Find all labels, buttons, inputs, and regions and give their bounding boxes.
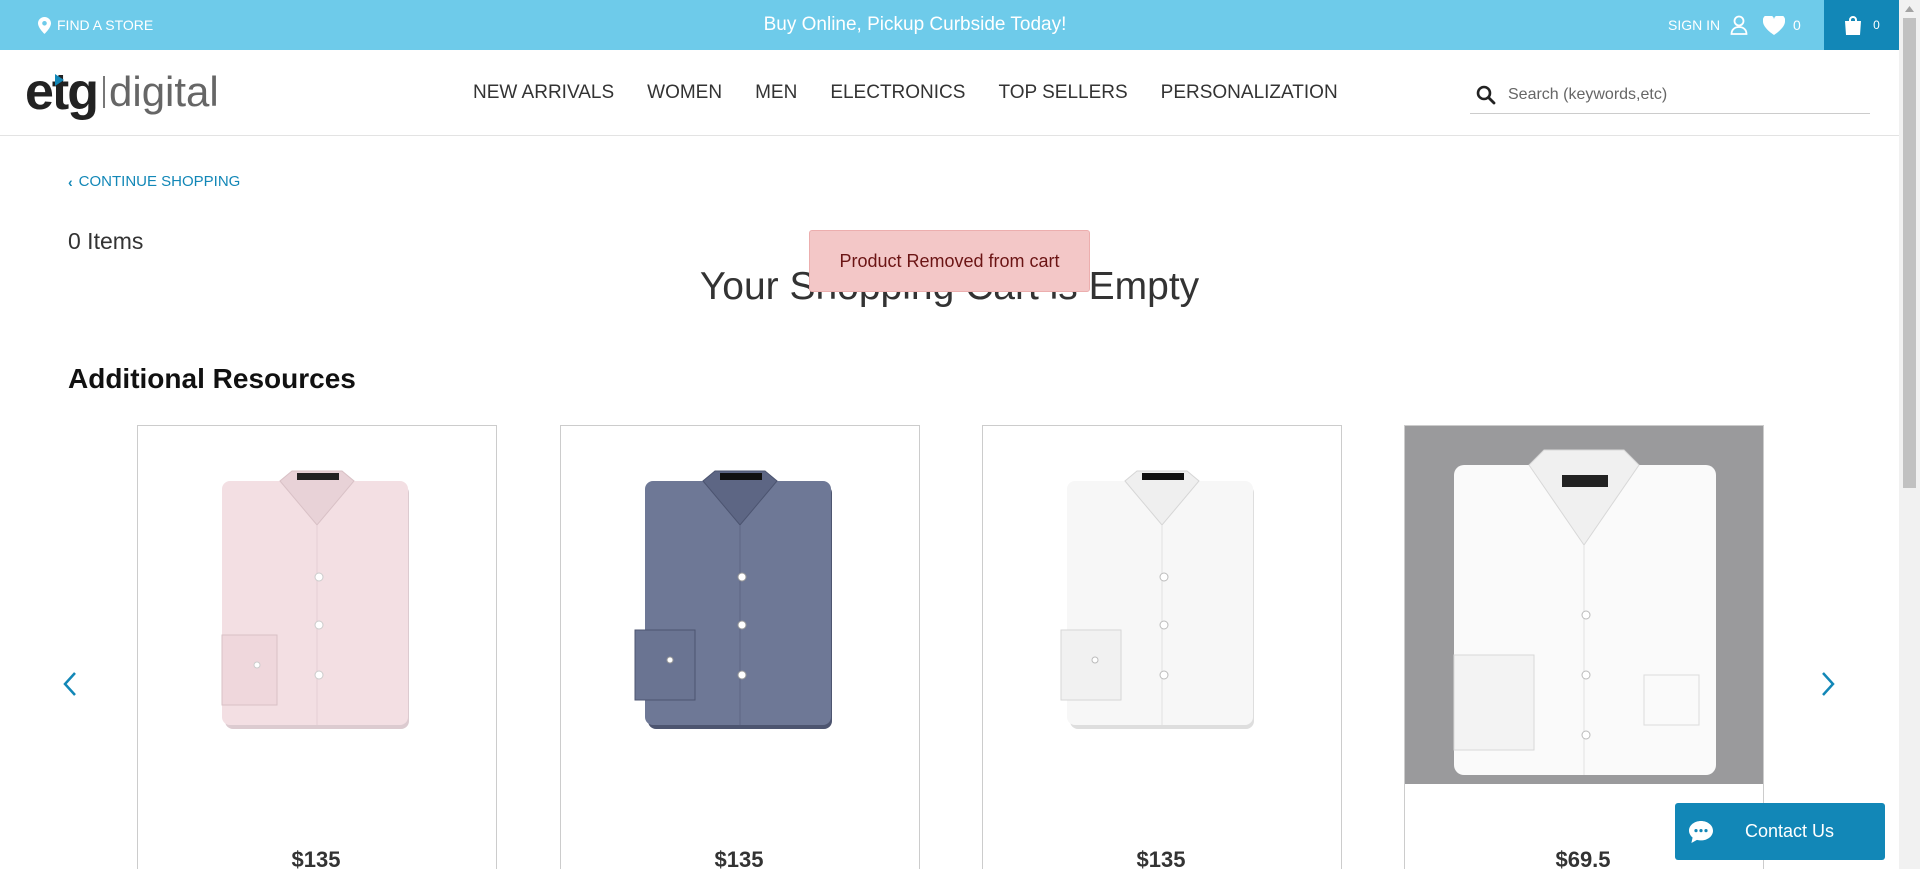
product-card[interactable]	[560, 425, 920, 869]
chat-bubble-icon	[1689, 820, 1713, 843]
search-bar	[1470, 76, 1870, 114]
product-image[interactable]	[561, 426, 919, 784]
scrollbar-thumb[interactable]	[1903, 18, 1916, 488]
logo-triangle-mark	[55, 74, 64, 86]
scroll-up-arrow-icon[interactable]	[1903, 2, 1916, 14]
logo-digital: digital	[109, 68, 219, 115]
product-image[interactable]	[983, 426, 1341, 784]
site-header: etg digital NEW ARRIVALS WOMEN MEN ELECT…	[0, 50, 1899, 136]
search-input[interactable]	[1508, 85, 1848, 104]
cart-count: 0	[1873, 18, 1880, 32]
etg-digital-logo[interactable]: etg digital	[25, 64, 219, 120]
dress-shirt-image	[634, 470, 832, 729]
carousel-next-arrow[interactable]	[1816, 666, 1840, 702]
additional-resources-heading: Additional Resources	[68, 363, 356, 394]
heart-icon	[1763, 15, 1785, 35]
chevron-left-icon	[63, 672, 76, 696]
continue-shopping-label: CONTINUE SHOPPING	[78, 173, 241, 190]
sign-in-link[interactable]: SIGN IN	[1668, 0, 1748, 50]
promo-message: Buy Online, Pickup Curbside Today!	[763, 14, 1067, 35]
nav-top-sellers[interactable]: TOP SELLERS	[998, 82, 1127, 104]
wishlist-link[interactable]: 0	[1763, 0, 1801, 50]
carousel-prev-arrow[interactable]	[58, 666, 82, 702]
product-price: $135	[291, 847, 341, 869]
product-card[interactable]	[982, 425, 1342, 869]
nav-personalization[interactable]: PERSONALIZATION	[1161, 82, 1338, 104]
product-image[interactable]	[138, 426, 496, 784]
product-card[interactable]	[137, 425, 497, 869]
dress-shirt-image	[221, 470, 409, 729]
product-price: $135	[714, 847, 764, 869]
logo-divider	[103, 76, 105, 108]
continue-shopping-link[interactable]: ‹ CONTINUE SHOPPING	[68, 173, 240, 190]
shopping-bag-icon	[1845, 16, 1862, 35]
product-price: $135	[1136, 847, 1186, 869]
wishlist-count: 0	[1793, 17, 1801, 33]
contact-us-label: Contact Us	[1745, 821, 1835, 841]
contact-us-button[interactable]: Contact Us	[1675, 803, 1885, 860]
product-image[interactable]	[1405, 426, 1763, 784]
nav-new-arrivals[interactable]: NEW ARRIVALS	[473, 82, 614, 104]
main-nav: NEW ARRIVALS WOMEN MEN ELECTRONICS TOP S…	[473, 50, 1371, 136]
search-icon[interactable]	[1476, 85, 1496, 105]
chevron-right-icon	[1822, 672, 1835, 696]
sign-in-label: SIGN IN	[1668, 17, 1721, 33]
nav-women[interactable]: WOMEN	[647, 82, 722, 104]
user-icon	[1730, 15, 1748, 35]
logo-etg: etg	[25, 63, 99, 121]
chevron-left-icon: ‹	[68, 173, 73, 190]
nav-electronics[interactable]: ELECTRONICS	[830, 82, 965, 104]
promo-bar: FIND A STORE Buy Online, Pickup Curbside…	[0, 0, 1899, 50]
cart-items-count: 0 Items	[68, 228, 144, 254]
dress-shirt-image	[1060, 470, 1254, 729]
nav-men[interactable]: MEN	[755, 82, 797, 104]
cart-button[interactable]: 0	[1824, 0, 1899, 50]
dress-shirt-image	[1453, 449, 1716, 775]
product-removed-toast: Product Removed from cart	[809, 230, 1090, 292]
